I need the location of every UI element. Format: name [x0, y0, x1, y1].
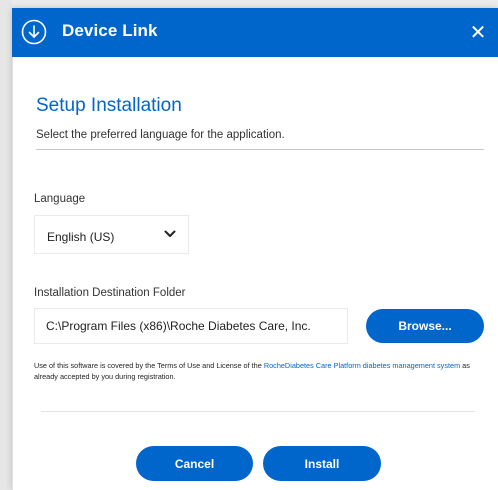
legal-notice: Use of this software is covered by the T…	[34, 360, 489, 382]
download-circle-icon	[21, 19, 47, 45]
window-title: Device Link	[62, 21, 158, 40]
page-title: Setup Installation	[36, 95, 182, 116]
cancel-button[interactable]: Cancel	[136, 446, 253, 481]
language-select[interactable]: English (US)	[34, 215, 189, 254]
destination-folder-input[interactable]	[34, 308, 348, 344]
device-link-dialog: Device Link ✕ Setup Installation Select …	[12, 8, 498, 490]
legal-prefix: Use of this software is covered by the T…	[34, 361, 264, 370]
install-button[interactable]: Install	[263, 446, 381, 481]
close-button[interactable]: ✕	[466, 19, 490, 45]
language-label: Language	[34, 193, 86, 205]
title-bar: Device Link ✕	[12, 8, 498, 57]
background-area	[0, 0, 12, 490]
browse-button[interactable]: Browse...	[366, 309, 484, 343]
close-icon: ✕	[469, 21, 487, 44]
destination-folder-label: Installation Destination Folder	[34, 287, 186, 299]
divider	[41, 411, 475, 412]
chevron-down-icon	[164, 230, 176, 237]
divider	[36, 149, 484, 150]
language-selected-value: English (US)	[47, 230, 115, 244]
terms-link[interactable]: RocheDiabetes Care Platform diabetes man…	[264, 361, 460, 370]
page-subtitle: Select the preferred language for the ap…	[36, 129, 285, 141]
dialog-body: Setup Installation Select the preferred …	[12, 57, 498, 490]
